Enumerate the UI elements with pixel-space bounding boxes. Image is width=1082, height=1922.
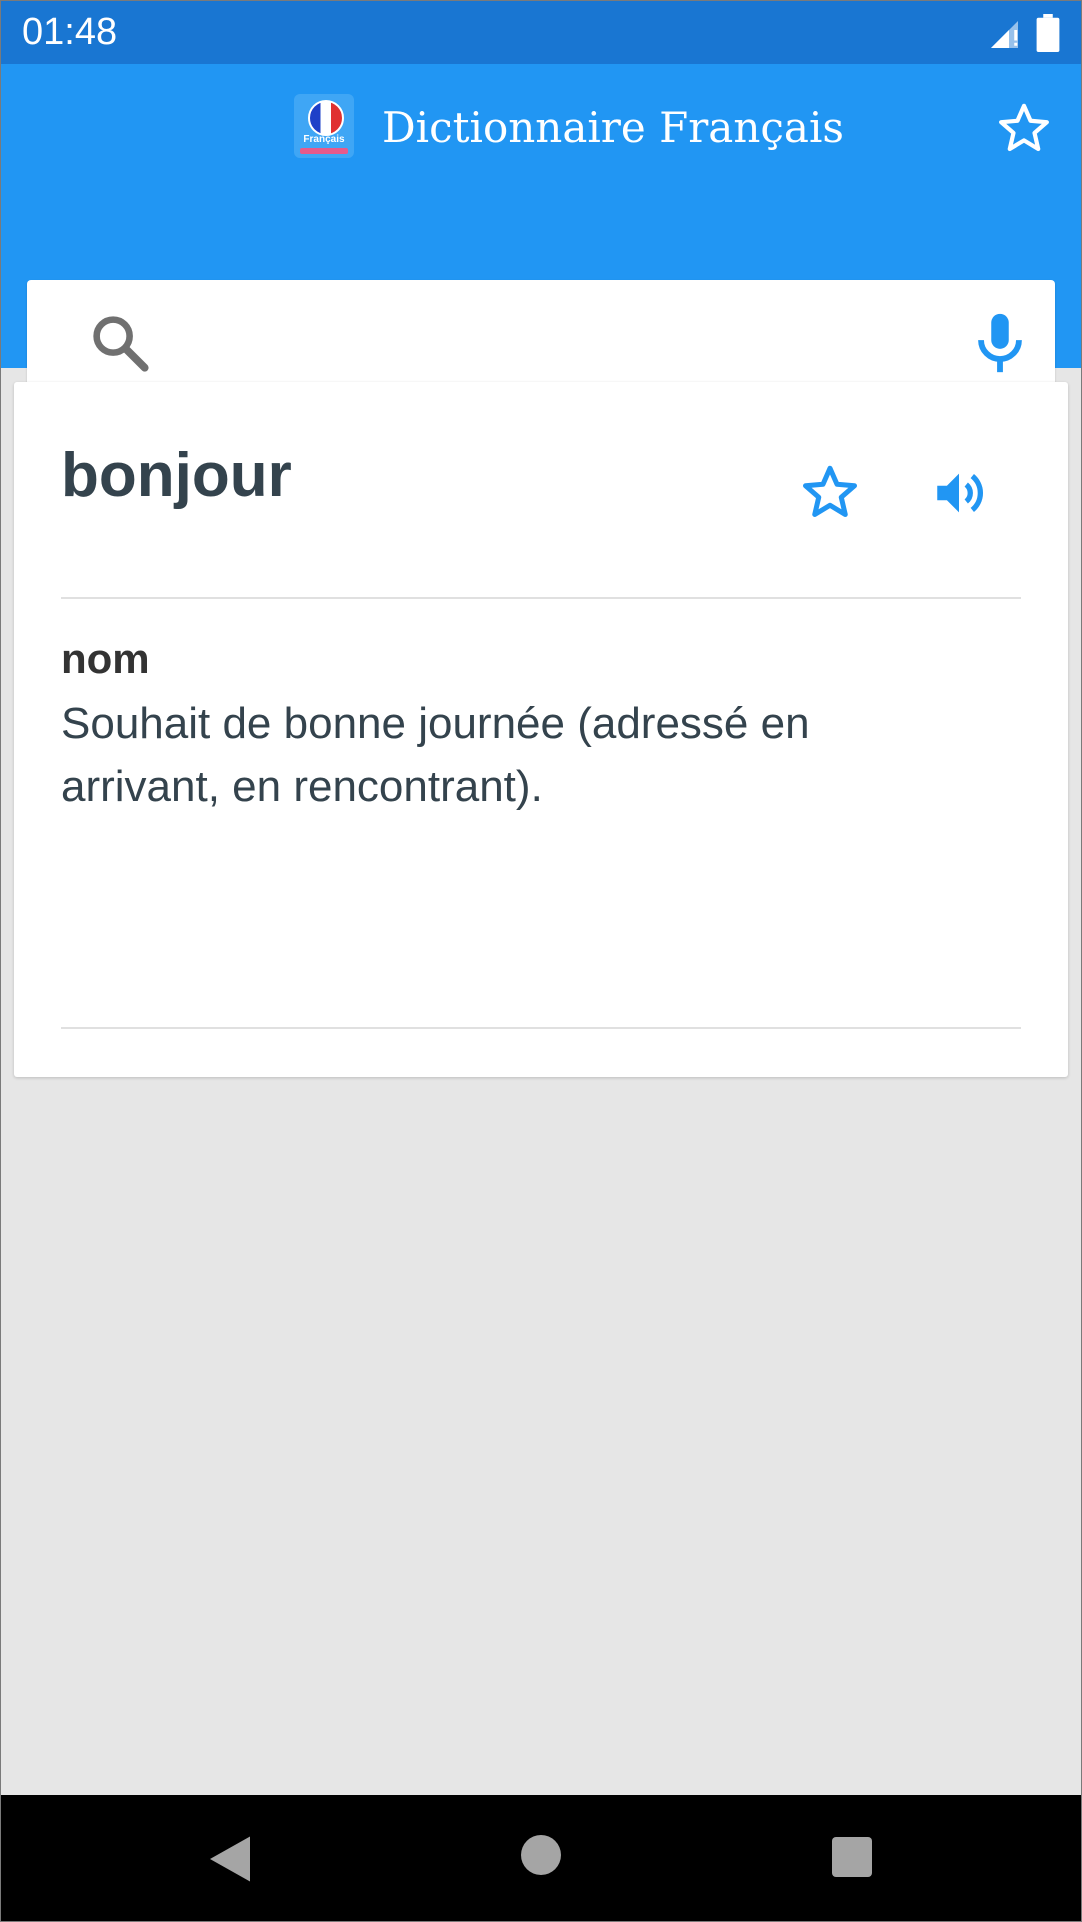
navigation-bar bbox=[0, 1795, 1082, 1922]
favorites-star-icon[interactable] bbox=[996, 100, 1052, 156]
word-card: bonjour nom Souhait de bonne journée (ad… bbox=[14, 382, 1068, 1077]
definition-text: Souhait de bonne journée (adressé en arr… bbox=[61, 699, 810, 811]
bookmark-star-icon[interactable] bbox=[800, 462, 860, 522]
battery-icon bbox=[1036, 14, 1060, 52]
microphone-icon[interactable] bbox=[965, 308, 1035, 378]
speaker-icon[interactable] bbox=[928, 464, 990, 522]
app-logo: Français bbox=[294, 94, 354, 158]
status-time: 01:48 bbox=[22, 11, 118, 53]
signal-icon bbox=[991, 21, 1018, 48]
app-logo-strip bbox=[300, 148, 348, 154]
recents-icon[interactable] bbox=[832, 1837, 872, 1877]
status-bar: 01:48 bbox=[0, 0, 1082, 64]
app-bar: Français Dictionnaire Français bbox=[0, 64, 1082, 405]
search-icon bbox=[93, 316, 149, 372]
part-of-speech: nom bbox=[61, 635, 150, 682]
back-icon[interactable] bbox=[205, 1833, 255, 1885]
app-logo-label: Français bbox=[303, 134, 345, 145]
home-icon[interactable] bbox=[521, 1835, 561, 1875]
search-input[interactable] bbox=[179, 300, 938, 384]
app-title: Dictionnaire Français bbox=[382, 103, 844, 152]
divider bbox=[61, 1027, 1021, 1029]
word-title: bonjour bbox=[61, 441, 292, 510]
flag-icon bbox=[308, 100, 344, 136]
divider bbox=[61, 597, 1021, 599]
status-icons bbox=[988, 14, 1060, 52]
